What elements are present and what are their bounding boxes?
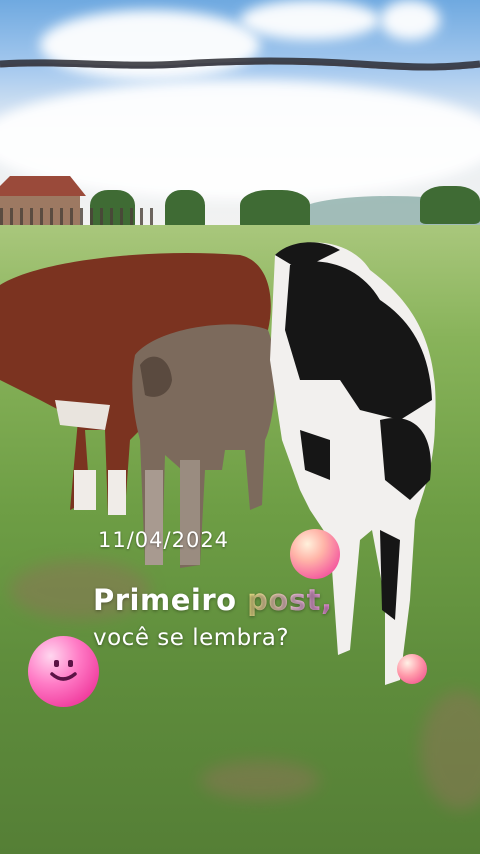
pink-bubble-icon	[397, 654, 427, 684]
pink-bubble-icon	[290, 529, 340, 579]
barbed-wire	[0, 57, 480, 71]
story-photo: 11/04/2024 Primeiro post, você se lembra…	[0, 0, 480, 854]
post-title: Primeiro post,	[93, 583, 333, 617]
post-date: 11/04/2024	[98, 528, 230, 552]
smiley-face-icon	[50, 660, 77, 681]
smiley-face-sticker-icon	[28, 636, 99, 707]
post-title-word: Primeiro	[93, 583, 237, 617]
post-title-word-highlight: post,	[247, 583, 333, 617]
holstein-cow	[270, 242, 436, 685]
post-subtitle: você se lembra?	[93, 625, 290, 651]
cows	[0, 242, 436, 685]
